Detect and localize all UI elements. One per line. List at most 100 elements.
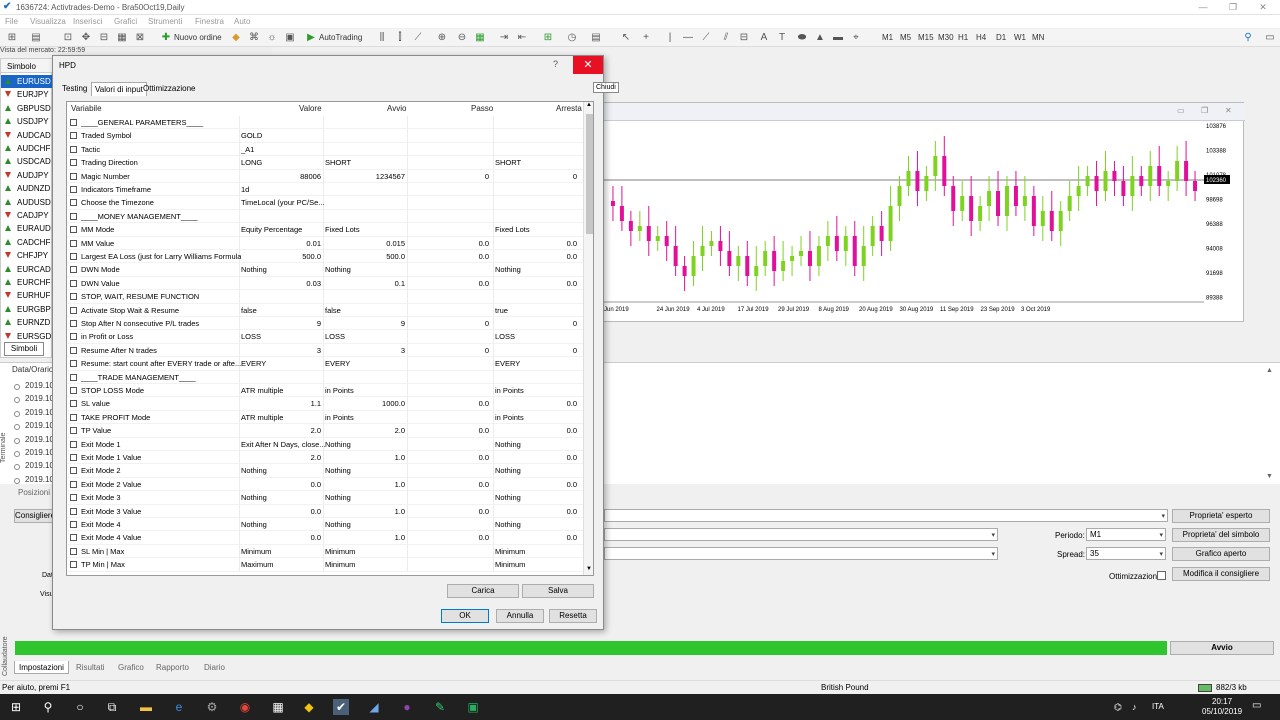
market-watch-icon[interactable]: ⊡ <box>62 32 74 44</box>
autotrading-button[interactable]: AutoTrading <box>319 31 362 45</box>
input-start[interactable]: 9 <box>325 317 409 330</box>
input-value[interactable]: 0.0 <box>241 505 325 518</box>
timeframe-h1[interactable]: H1 <box>958 31 968 45</box>
input-value[interactable]: LONG <box>241 156 325 169</box>
symbol-row[interactable]: USDJPY <box>1 115 53 128</box>
input-row[interactable]: ____TRADE MANAGEMENT____ <box>67 370 583 384</box>
scroll-down-icon[interactable]: ▼ <box>586 566 592 572</box>
input-start[interactable]: Fixed Lots <box>325 223 409 236</box>
symbol-row[interactable]: EURNZD <box>1 316 53 329</box>
input-stop[interactable]: LOSS <box>495 330 581 343</box>
optimize-checkbox[interactable] <box>70 400 77 408</box>
menu-auto[interactable]: Auto <box>234 17 250 26</box>
triangle-icon[interactable]: ▲ <box>814 32 826 44</box>
optimize-checkbox[interactable] <box>70 427 77 435</box>
terminal-row[interactable]: 2019.10 <box>25 475 54 484</box>
candlestick-icon[interactable]: ⫿ <box>394 32 406 44</box>
input-row[interactable]: MM Value 0.01 0.015 0.0 0.0 <box>67 236 583 250</box>
symbol-row[interactable]: EURJPY <box>1 88 53 101</box>
scrollbar-thumb[interactable] <box>586 114 593 234</box>
optimize-checkbox[interactable] <box>70 387 77 394</box>
metatrader-icon[interactable]: ✔ <box>333 699 349 715</box>
network-icon[interactable]: ⌬ <box>1114 702 1122 713</box>
chart-shift-icon[interactable]: ⇤ <box>516 32 528 44</box>
input-row[interactable]: MM Mode Equity Percentage Fixed Lots Fixed … <box>67 223 583 237</box>
input-row[interactable]: Magic Number 88006 1234567 0 0 <box>67 169 583 183</box>
input-value[interactable]: 88006 <box>241 170 325 183</box>
terminal-app-icon[interactable]: ▣ <box>465 699 481 715</box>
search-icon[interactable]: ⚲ <box>1242 32 1254 44</box>
tab-symbols[interactable]: Simboli <box>4 342 44 356</box>
data-window-icon[interactable]: ⊟ <box>98 32 110 44</box>
optimize-checkbox[interactable] <box>70 186 77 193</box>
new-order-button[interactable]: Nuovo ordine <box>174 31 222 45</box>
symbol-row[interactable]: GBPUSD <box>1 102 53 115</box>
input-value[interactable]: Nothing <box>241 464 325 477</box>
input-row[interactable]: TAKE PROFIT Mode ATR multiple in Points in … <box>67 410 583 425</box>
input-stop[interactable]: Nothing <box>495 518 581 531</box>
input-value[interactable]: 2.0 <box>241 451 325 464</box>
input-stop[interactable]: 0.0 <box>495 424 581 437</box>
input-value[interactable]: 0.0 <box>241 478 325 491</box>
input-value[interactable]: Maximum <box>241 558 325 571</box>
input-stop[interactable]: 0.0 <box>495 505 581 518</box>
input-start[interactable]: 1.0 <box>325 451 409 464</box>
text-icon[interactable]: A <box>758 32 770 44</box>
optimize-checkbox[interactable] <box>70 253 77 260</box>
input-step[interactable]: 0 <box>409 317 493 330</box>
input-start[interactable]: in Points <box>325 411 409 424</box>
optimization-checkbox[interactable] <box>1157 571 1166 580</box>
modify-expert-button[interactable]: Modifica il consigliere <box>1172 567 1270 581</box>
tab-testing[interactable]: Testing <box>59 82 90 96</box>
input-stop[interactable]: 0.0 <box>495 531 581 544</box>
chart-maximize-button[interactable]: ❐ <box>1201 106 1208 115</box>
input-step[interactable]: 0.0 <box>409 424 493 437</box>
optimize-checkbox[interactable] <box>70 346 77 354</box>
input-stop[interactable]: 0.0 <box>495 237 581 250</box>
metaeditor-icon[interactable]: ◆ <box>230 32 242 44</box>
input-row[interactable]: STOP LOSS Mode ATR multiple in Points in Po… <box>67 384 583 398</box>
timeframe-d1[interactable]: D1 <box>996 31 1006 45</box>
input-row[interactable]: DWN Mode Nothing Nothing Nothing <box>67 263 583 277</box>
chart-minimize-button[interactable]: ▭ <box>1177 106 1185 115</box>
input-row[interactable]: Activate Stop Wait & Resume false false tru… <box>67 303 583 317</box>
input-start[interactable]: 1234567 <box>325 170 409 183</box>
input-step[interactable]: 0.0 <box>409 277 493 290</box>
input-row[interactable]: DWN Value 0.03 0.1 0.0 0.0 <box>67 276 583 291</box>
ok-button[interactable]: OK <box>441 609 489 623</box>
signals-icon[interactable]: ▣ <box>284 32 296 44</box>
optimize-checkbox[interactable] <box>70 145 77 153</box>
timeframe-m1[interactable]: M1 <box>882 31 893 45</box>
optimize-checkbox[interactable] <box>70 172 77 180</box>
optimize-checkbox[interactable] <box>70 494 77 502</box>
input-value[interactable]: 2.0 <box>241 424 325 437</box>
symbol-row[interactable]: AUDNZD <box>1 182 53 195</box>
clock-date[interactable]: 05/10/2019 <box>1202 707 1242 716</box>
timeframe-w1[interactable]: W1 <box>1014 31 1026 45</box>
channel-icon[interactable]: ⫽ <box>720 32 732 44</box>
indicators-icon[interactable]: ⊞ <box>542 32 554 44</box>
timeframe-h4[interactable]: H4 <box>976 31 986 45</box>
input-start[interactable]: 0.015 <box>325 237 409 250</box>
symbol-row[interactable]: EURAUD <box>1 222 53 235</box>
input-start[interactable]: 1.0 <box>325 478 409 491</box>
optimize-checkbox[interactable] <box>70 360 77 368</box>
input-stop[interactable]: Minimum <box>495 558 581 571</box>
optimize-checkbox[interactable] <box>70 440 77 448</box>
volume-icon[interactable]: ♪ <box>1132 702 1137 712</box>
input-row[interactable]: Stop After N consecutive P/L trades 9 9 0 0 <box>67 317 583 331</box>
input-row[interactable]: TP Value 2.0 2.0 0.0 0.0 <box>67 424 583 438</box>
optimize-checkbox[interactable] <box>70 373 77 381</box>
trendline-icon[interactable]: ⟋ <box>700 32 712 44</box>
file-explorer-icon[interactable]: ▬ <box>138 699 154 715</box>
terminal-scroll-down[interactable]: ▼ <box>1266 473 1273 480</box>
input-stop[interactable]: Nothing <box>495 438 581 451</box>
terminal-row[interactable]: 2019.10 <box>25 448 54 457</box>
terminal-icon[interactable]: ▦ <box>116 32 128 44</box>
optimize-checkbox[interactable] <box>70 454 77 461</box>
input-step[interactable]: 0.0 <box>409 505 493 518</box>
close-window-button[interactable]: ✕ <box>1252 1 1274 13</box>
menu-file[interactable]: File <box>5 17 18 26</box>
input-row[interactable]: Exit Mode 2 Value 0.0 1.0 0.0 0.0 <box>67 477 583 492</box>
input-value[interactable]: Minimum <box>241 545 325 558</box>
